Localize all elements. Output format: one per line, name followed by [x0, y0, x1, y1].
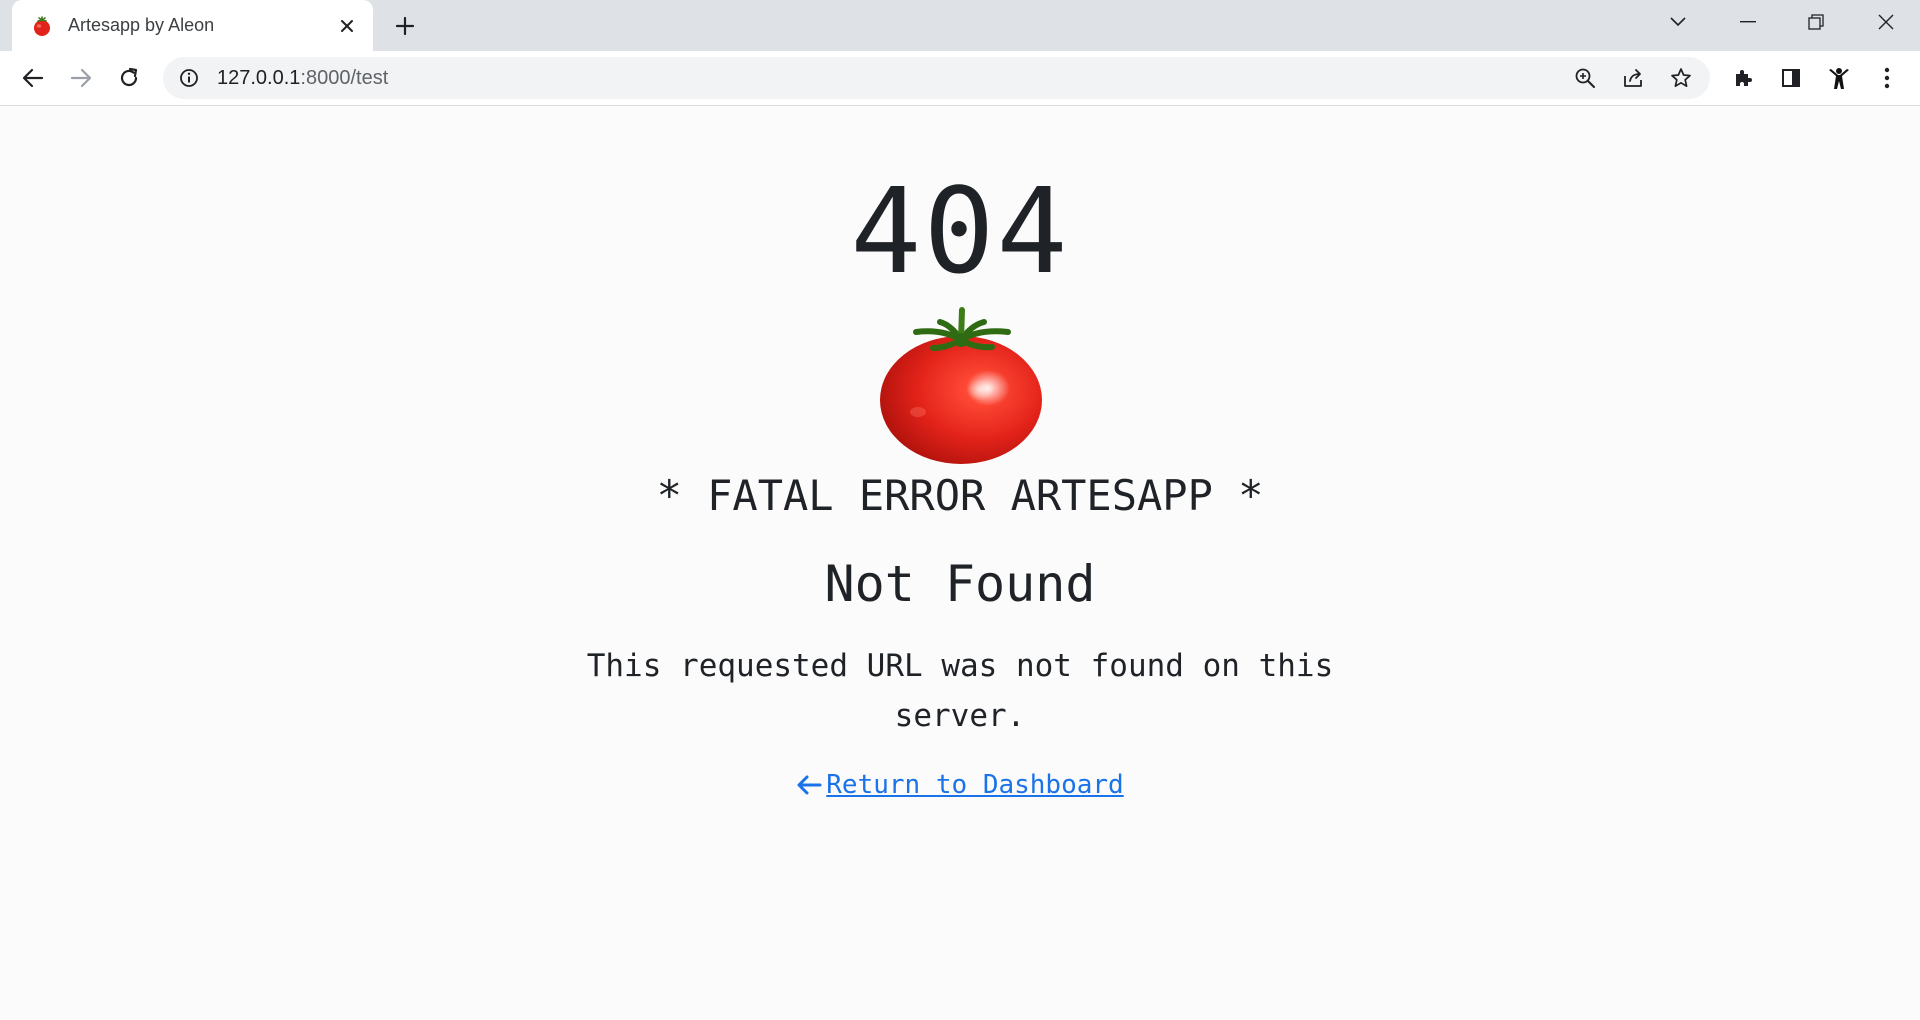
star-icon[interactable] — [1662, 59, 1700, 97]
tab-search-button[interactable] — [1648, 0, 1708, 44]
tomato-image — [878, 302, 1044, 468]
minimize-icon — [1740, 21, 1756, 23]
puzzle-icon[interactable] — [1724, 59, 1762, 97]
tomato-icon — [30, 14, 54, 38]
error-message: This requested URL was not found on this… — [586, 648, 1334, 734]
browser-tab[interactable]: Artesapp by Aleon — [12, 0, 373, 51]
close-icon — [1878, 14, 1894, 30]
side-panel-icon[interactable] — [1772, 59, 1810, 97]
fatal-error-title: * FATAL ERROR ARTESAPP * — [656, 471, 1264, 520]
url-host: 127.0.0.1 — [217, 66, 301, 89]
forward-button[interactable] — [62, 59, 100, 97]
address-bar[interactable]: 127.0.0.1:8000/test — [163, 57, 1710, 99]
tab-strip: Artesapp by Aleon — [0, 0, 1920, 51]
url-text[interactable]: 127.0.0.1:8000/test — [217, 67, 1566, 90]
reload-icon — [120, 67, 138, 87]
back-button[interactable] — [14, 59, 52, 97]
info-icon[interactable] — [175, 64, 203, 92]
kebab-menu-icon[interactable] — [1868, 59, 1906, 97]
chevron-down-icon — [1670, 17, 1686, 27]
close-window-button[interactable] — [1856, 0, 1916, 44]
url-path: :8000/test — [300, 66, 389, 89]
restore-icon — [1808, 14, 1824, 30]
tab-title: Artesapp by Aleon — [68, 15, 215, 35]
minimize-button[interactable] — [1718, 0, 1778, 44]
back-arrow-icon — [22, 68, 44, 88]
left-arrow-icon — [797, 775, 822, 795]
close-tab-icon[interactable] — [333, 12, 361, 40]
return-to-dashboard-link[interactable]: Return to Dashboard — [0, 768, 1920, 805]
forward-arrow-icon — [70, 68, 92, 88]
browser-toolbar: 127.0.0.1:8000/test — [0, 51, 1920, 106]
profile-icon[interactable] — [1820, 59, 1858, 97]
reload-button[interactable] — [110, 59, 148, 97]
return-link-label: Return to Dashboard — [826, 770, 1124, 800]
error-page: 404 * FATAL ERROR ARTESAPP * Not Found T… — [0, 106, 1920, 1020]
restore-button[interactable] — [1786, 0, 1846, 44]
new-tab-button[interactable] — [389, 10, 421, 42]
not-found-heading: Not Found — [824, 555, 1096, 613]
share-icon[interactable] — [1614, 59, 1652, 97]
zoom-icon[interactable] — [1566, 59, 1604, 97]
error-code: 404 — [850, 162, 1070, 300]
plus-icon — [395, 16, 415, 36]
